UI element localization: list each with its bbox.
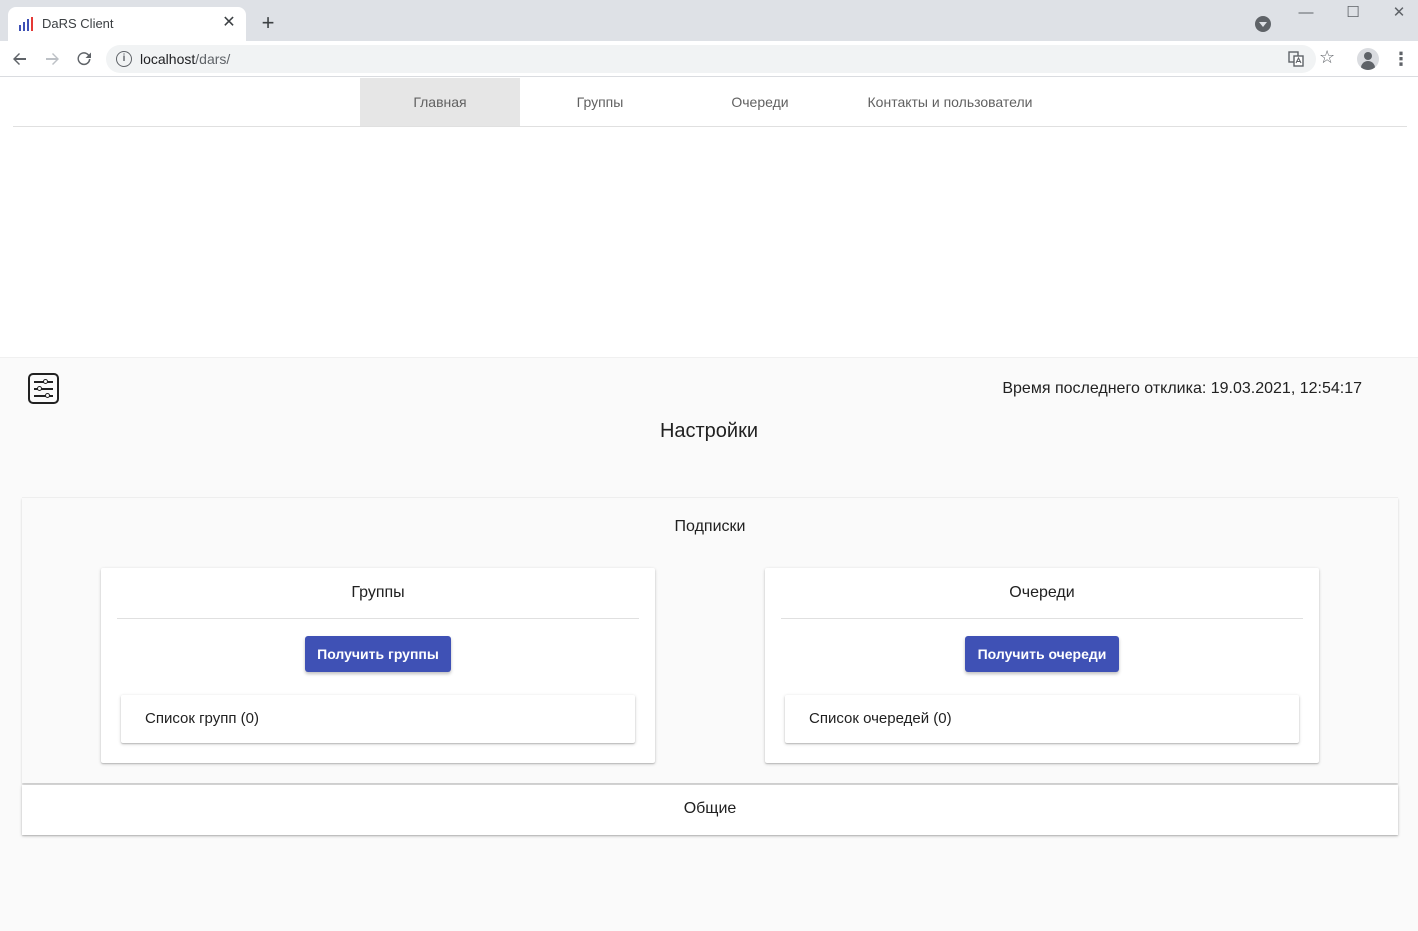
url-path: /dars/ [195,51,231,67]
tab-title: DaRS Client [42,16,114,31]
star-icon[interactable]: ☆ [1319,47,1335,68]
main-navbar: Главная Группы Очереди Контакты и пользо… [13,78,1407,127]
url-text: localhost/dars/ [140,51,230,67]
groups-card: Группы Получить группы Список групп (0) [101,568,655,763]
info-icon[interactable]: i [116,51,132,67]
get-queues-button[interactable]: Получить очереди [965,636,1119,672]
nav-tab-home[interactable]: Главная [360,78,520,126]
groups-card-title: Группы [351,584,405,601]
profile-icon[interactable] [1357,48,1379,70]
subscriptions-title[interactable]: Подписки [22,518,1398,536]
forward-arrow-icon[interactable] [40,47,64,71]
translate-icon[interactable] [1288,51,1304,67]
page-content: Главная Группы Очереди Контакты и пользо… [0,78,1418,931]
menu-icon[interactable]: ⋮ [1392,47,1410,71]
window-close-button[interactable]: ✕ [1385,4,1413,24]
browser-tab[interactable]: DaRS Client ✕ [8,7,246,41]
tab-close-icon[interactable]: ✕ [220,14,238,32]
minimize-button[interactable]: — [1292,4,1320,24]
subscriptions-panel: Подписки Группы Получить группы Список г… [22,497,1398,783]
url-host: localhost [140,51,196,67]
groups-list-label: Список групп (0) [145,710,259,727]
get-groups-button[interactable]: Получить группы [305,636,451,672]
queues-card-divider [781,618,1303,619]
last-response-time: Время последнего отклика: 19.03.2021, 12… [1002,380,1362,397]
nav-tab-contacts[interactable]: Контакты и пользователи [840,78,1060,126]
groups-list-expander[interactable]: Список групп (0) [121,695,635,743]
queues-list-label: Список очередей (0) [809,710,952,727]
nav-tab-queues[interactable]: Очереди [680,78,840,126]
new-tab-button[interactable]: + [257,12,279,35]
browser-toolbar: i localhost/dars/ ☆ ⋮ [0,41,1418,77]
maximize-button[interactable]: ☐ [1339,4,1367,24]
settings-section: Время последнего отклика: 19.03.2021, 12… [0,357,1418,931]
nav-tab-groups[interactable]: Группы [520,78,680,126]
queues-list-expander[interactable]: Список очередей (0) [785,695,1299,743]
queues-card-title: Очереди [1009,584,1075,601]
back-arrow-icon[interactable] [8,47,32,71]
reload-icon[interactable] [72,47,96,71]
general-title: Общие [683,800,737,817]
app-favicon-icon [19,17,33,31]
settings-sliders-icon[interactable] [28,373,59,404]
address-bar[interactable]: i localhost/dars/ ☆ [106,45,1335,73]
groups-card-divider [117,618,639,619]
browser-tabstrip: DaRS Client ✕ + — ☐ ✕ [0,0,1418,41]
general-panel[interactable]: Общие [22,785,1398,835]
tab-search-icon[interactable] [1255,16,1271,32]
queues-card: Очереди Получить очереди Список очередей… [765,568,1319,763]
settings-title: Настройки [659,420,759,442]
